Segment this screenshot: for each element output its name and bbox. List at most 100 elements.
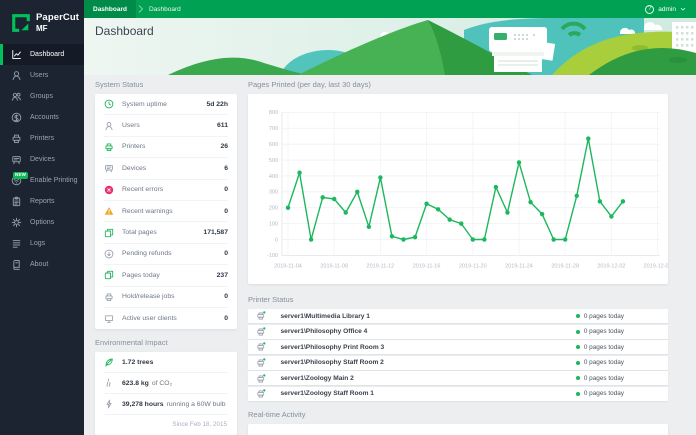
- status-value: 611: [217, 122, 228, 130]
- sidebar-item-printers[interactable]: Printers: [0, 128, 84, 149]
- status-row-total-pages: Total pages 171,587: [104, 222, 228, 244]
- help-icon[interactable]: ?: [645, 4, 655, 14]
- printer-pages-status: 0 pages today: [575, 375, 624, 382]
- svg-text:2019-11-16: 2019-11-16: [413, 264, 441, 270]
- printer-status-icon: [256, 311, 266, 321]
- status-row-uptime: System uptime 5d 22h: [104, 94, 228, 116]
- status-value: 0: [224, 207, 228, 215]
- co2-icon: [104, 378, 114, 388]
- env-row-bulb: 39,278 hours running a 60W bulb: [104, 394, 228, 416]
- status-row-warnings: Recent warnings 0: [104, 201, 228, 223]
- sidebar-item-label: Users: [30, 72, 49, 79]
- papercut-logo-text: PaperCut MF: [36, 13, 79, 33]
- sidebar-item-label: Enable Printing: [30, 177, 78, 184]
- status-dot: [575, 345, 580, 350]
- breadcrumb-chevron-icon: [138, 4, 144, 14]
- total-pages-icon: [104, 228, 114, 238]
- papercut-logo-icon: [12, 14, 30, 32]
- printer-row[interactable]: server1\Zoology Main 2 0 pages today: [248, 371, 668, 386]
- sidebar-item-label: Dashboard: [30, 51, 65, 58]
- svg-text:2019-11-12: 2019-11-12: [367, 264, 395, 270]
- devices-icon: [11, 154, 22, 165]
- printer-row[interactable]: server1\Multimedia Library 1 0 pages tod…: [248, 309, 668, 323]
- options-icon: [11, 217, 22, 228]
- svg-text:2019-11-20: 2019-11-20: [459, 264, 487, 270]
- status-value: 0: [224, 186, 228, 194]
- env-text: 39,278 hours running a 60W bulb: [122, 400, 226, 408]
- status-row-clients: Active user clients 0: [104, 308, 228, 329]
- printer-status-icon: [256, 342, 266, 352]
- sidebar-item-options[interactable]: Options: [0, 212, 84, 233]
- brand-name: PaperCut: [36, 12, 80, 24]
- header-banner: Dashboard: [84, 18, 696, 75]
- status-label: Active user clients: [122, 315, 177, 323]
- accounts-icon: [11, 112, 22, 123]
- logs-icon: [11, 238, 22, 249]
- status-dot: [575, 360, 580, 365]
- printer-list: server1\Multimedia Library 1 0 pages tod…: [248, 309, 668, 401]
- printer-row[interactable]: server1\Philosophy Office 4 0 pages toda…: [248, 324, 668, 339]
- svg-text:2019-12-02: 2019-12-02: [597, 264, 625, 270]
- trees-icon: [104, 357, 114, 367]
- svg-text:800: 800: [269, 110, 278, 116]
- left-column: System Status System uptime 5d 22h Users…: [95, 80, 237, 435]
- status-row-hold-jobs: Hold/release jobs 0: [104, 287, 228, 308]
- printer-pages-status: 0 pages today: [575, 313, 624, 320]
- breadcrumb-root[interactable]: Dashboard: [84, 0, 136, 18]
- sidebar-item-logs[interactable]: Logs: [0, 233, 84, 254]
- sidebar-item-reports[interactable]: Reports: [0, 191, 84, 212]
- sidebar-item-accounts[interactable]: Accounts: [0, 107, 84, 128]
- app-window: PaperCut MF Dashboard Users Groups Accou…: [0, 0, 696, 435]
- pages-printed-title: Pages Printed (per day, last 30 days): [248, 80, 371, 89]
- status-value: 26: [220, 143, 228, 151]
- printer-pages-status: 0 pages today: [575, 359, 624, 366]
- sidebar-item-label: Devices: [30, 156, 55, 163]
- svg-text:700: 700: [269, 126, 278, 132]
- sidebar: PaperCut MF Dashboard Users Groups Accou…: [0, 0, 84, 435]
- users-icon: [104, 121, 114, 131]
- top-bar: Dashboard Dashboard ? admin: [84, 0, 696, 18]
- sidebar-item-devices[interactable]: Devices: [0, 149, 84, 170]
- status-label: Devices: [122, 164, 147, 172]
- status-value: 5d 22h: [206, 100, 228, 108]
- clients-icon: [104, 314, 114, 324]
- sidebar-item-enable-printing[interactable]: Enable Printing NEW: [0, 170, 84, 191]
- printer-name: server1\Philosophy Staff Room 2: [280, 359, 384, 367]
- status-label: System uptime: [122, 100, 167, 108]
- chevron-down-icon: [680, 7, 686, 11]
- printer-row[interactable]: server1\Philosophy Print Room 3 0 pages …: [248, 340, 668, 355]
- users-icon: [11, 70, 22, 81]
- printers-icon: [11, 133, 22, 144]
- status-label: Hold/release jobs: [122, 293, 175, 301]
- status-value: 0: [224, 250, 228, 258]
- sidebar-item-about[interactable]: About: [0, 254, 84, 275]
- sidebar-item-dashboard[interactable]: Dashboard: [0, 44, 84, 65]
- papercut-logo[interactable]: PaperCut MF: [0, 0, 84, 44]
- pages-today-icon: [104, 270, 114, 280]
- svg-text:400: 400: [269, 174, 278, 180]
- realtime-activity-card: [248, 423, 668, 435]
- uptime-icon: [104, 99, 114, 109]
- printers-icon: [104, 142, 114, 152]
- sidebar-nav: Dashboard Users Groups Accounts Printers…: [0, 44, 84, 275]
- env-row-co2: 623.8 kg of CO₂: [104, 373, 228, 395]
- sidebar-item-users[interactable]: Users: [0, 65, 84, 86]
- user-menu[interactable]: ? admin: [645, 4, 696, 14]
- printer-name: server1\Philosophy Print Room 3: [280, 343, 385, 351]
- sidebar-item-label: Logs: [30, 240, 46, 247]
- status-row-printers: Printers 26: [104, 137, 228, 159]
- printer-row[interactable]: server1\Philosophy Staff Room 2 0 pages …: [248, 355, 668, 370]
- status-label: Printers: [122, 143, 146, 151]
- system-status-card: System uptime 5d 22h Users 611 Printers …: [95, 94, 237, 330]
- sidebar-item-label: About: [30, 261, 49, 268]
- environmental-impact-card: 1.72 trees 623.8 kg of CO₂ 39,278 hours ru…: [95, 352, 237, 435]
- brand-product: MF: [36, 23, 48, 33]
- sidebar-item-groups[interactable]: Groups: [0, 86, 84, 107]
- svg-text:300: 300: [269, 190, 278, 196]
- printer-status-title: Printer Status: [248, 295, 294, 304]
- printer-row[interactable]: server1\Zoology Staff Room 1 0 pages tod…: [248, 386, 668, 401]
- status-dot: [575, 391, 580, 396]
- env-text: 623.8 kg of CO₂: [122, 379, 173, 387]
- svg-text:200: 200: [269, 206, 278, 212]
- printer-status-icon: [256, 327, 266, 337]
